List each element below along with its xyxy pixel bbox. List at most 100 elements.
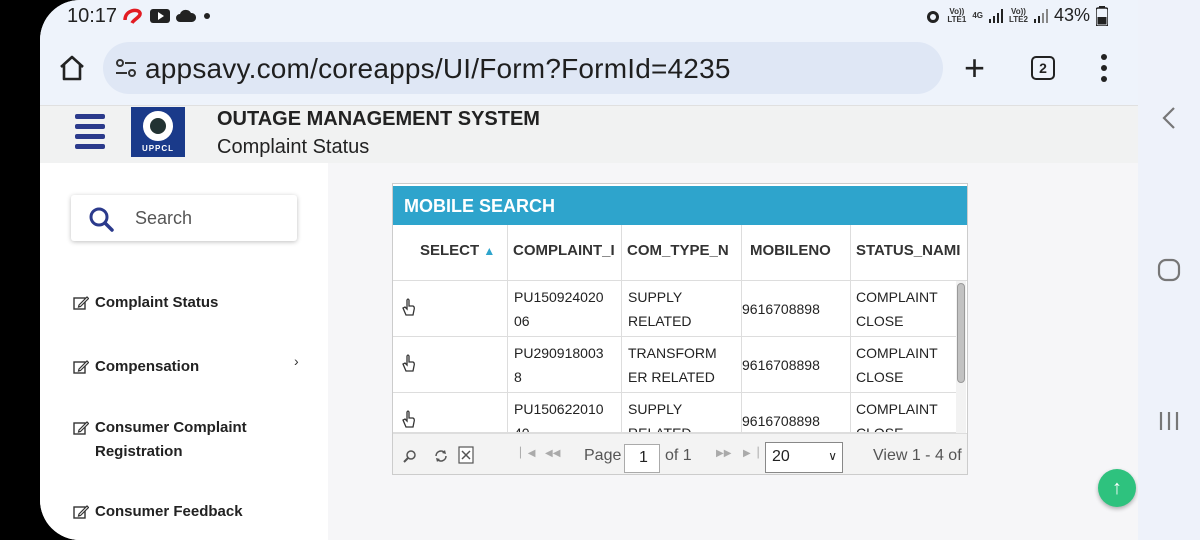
airtel-icon xyxy=(123,8,142,24)
cloud-icon xyxy=(176,9,196,22)
cell-status-name: COMPLAINT CLOSE xyxy=(856,341,938,389)
last-page-icon[interactable]: ▶▕ xyxy=(743,448,758,459)
sidebar-item-label: Consumer Feedback xyxy=(95,503,243,520)
sidebar-item-label-line1: Consumer Complaint xyxy=(95,419,247,436)
column-header-status-name[interactable]: STATUS_NAMI xyxy=(856,242,966,259)
column-header-com-type[interactable]: COM_TYPE_N xyxy=(627,242,735,259)
app-title: OUTAGE MANAGEMENT SYSTEM xyxy=(217,108,540,130)
home-icon[interactable] xyxy=(58,54,86,82)
cell-line: TRANSFORM xyxy=(628,345,717,361)
table-row[interactable]: PU290918003 8 TRANSFORM ER RELATED 9616708… xyxy=(393,337,958,393)
more-menu-icon[interactable] xyxy=(1101,54,1107,82)
tab-switcher-button[interactable]: 2 xyxy=(1031,56,1055,80)
cell-status-name: COMPLAINT CLOSE xyxy=(856,397,938,433)
cell-line: CLOSE xyxy=(856,425,904,433)
cell-complaint-id: PU290918003 8 xyxy=(514,341,604,389)
cell-com-type: SUPPLY RELATED xyxy=(628,285,692,333)
phone-screen: 10:17 Vo)) LTE1 4G Vo)) LTE2 43% appsavy.c… xyxy=(40,0,1138,540)
cell-line: SUPPLY xyxy=(628,401,683,417)
home-nav-button[interactable] xyxy=(1138,256,1200,284)
sidebar-search[interactable]: Search xyxy=(71,195,297,241)
rows-per-page-select[interactable]: 20 ∨ xyxy=(765,442,843,473)
refresh-icon[interactable] xyxy=(433,448,449,464)
chevron-down-icon: ∨ xyxy=(828,449,837,463)
site-settings-icon[interactable] xyxy=(115,58,137,78)
sidebar-item-label: Compensation xyxy=(95,358,200,375)
first-page-icon[interactable]: ▏◀ xyxy=(520,448,535,459)
table-row[interactable]: PU150622010 40 SUPPLY RELATED 9616708898 C… xyxy=(393,393,958,433)
browser-toolbar: appsavy.com/coreapps/UI/Form?FormId=4235… xyxy=(40,32,1138,105)
page-of-label: of 1 xyxy=(665,447,692,464)
column-header-label: SELECT xyxy=(420,242,480,259)
youtube-icon xyxy=(150,9,170,23)
cell-complaint-id: PU150924020 06 xyxy=(514,285,604,333)
column-header-mobileno[interactable]: MOBILENO xyxy=(750,242,850,259)
network-4g-indicator: 4G xyxy=(972,10,983,20)
volte1-bottom: LTE1 xyxy=(947,14,967,24)
recents-icon xyxy=(1159,412,1179,430)
column-header-select[interactable]: SELECT ▲ xyxy=(420,242,500,259)
grid-header-row: SELECT ▲ COMPLAINT_I COM_TYPE_N MOBILENO… xyxy=(393,225,967,281)
status-bar: 10:17 Vo)) LTE1 4G Vo)) LTE2 43% xyxy=(40,0,1138,32)
cell-status-name: COMPLAINT CLOSE xyxy=(856,285,938,333)
table-row[interactable]: PU150924020 06 SUPPLY RELATED 9616708898 C… xyxy=(393,281,958,337)
chevron-right-icon[interactable]: › xyxy=(294,353,299,369)
cell-mobileno: 9616708898 xyxy=(742,413,820,429)
grid-scrollbar-thumb[interactable] xyxy=(957,283,965,383)
cell-line: PU290918003 xyxy=(514,345,604,361)
hamburger-menu-icon[interactable] xyxy=(75,114,105,149)
sort-up-icon[interactable]: ▲ xyxy=(483,244,495,258)
uppcl-logo: UPPCL xyxy=(131,107,185,157)
new-tab-plus-icon[interactable]: + xyxy=(964,50,985,86)
cell-line: COMPLAINT xyxy=(856,345,938,361)
grid-scrollbar[interactable] xyxy=(956,281,966,433)
select-hand-icon[interactable] xyxy=(400,298,416,316)
search-icon[interactable] xyxy=(403,449,417,463)
sidebar-item-complaint-status[interactable]: Complaint Status xyxy=(73,291,218,315)
cell-mobileno: 9616708898 xyxy=(742,301,820,317)
select-hand-icon[interactable] xyxy=(400,410,416,428)
excel-export-icon[interactable] xyxy=(458,446,474,464)
prev-page-icon[interactable]: ◀◀ xyxy=(545,448,560,459)
signal1-icon xyxy=(989,8,1003,23)
cell-line: CLOSE xyxy=(856,369,904,385)
cell-com-type: TRANSFORM ER RELATED xyxy=(628,341,717,389)
url-text[interactable]: appsavy.com/coreapps/UI/Form?FormId=4235 xyxy=(145,53,731,85)
page-title: Complaint Status xyxy=(217,136,370,158)
arrow-up-icon: ↑ xyxy=(1112,476,1122,499)
cell-line: 06 xyxy=(514,313,530,329)
page-label: Page xyxy=(584,447,622,464)
battery-icon xyxy=(1096,5,1108,26)
volte1-indicator: Vo)) LTE1 xyxy=(947,7,967,24)
cell-line: PU150924020 xyxy=(514,289,604,305)
sidebar-item-consumer-feedback[interactable]: Consumer Feedback xyxy=(73,500,243,524)
mobile-search-grid: MOBILE SEARCH SELECT ▲ COMPLAINT_I COM_T… xyxy=(392,183,968,475)
cell-line: RELATED xyxy=(628,313,692,329)
back-nav-button[interactable] xyxy=(1138,104,1200,132)
edit-icon xyxy=(73,296,89,310)
cell-line: SUPPLY xyxy=(628,289,683,305)
recents-nav-button[interactable] xyxy=(1138,407,1200,435)
sidebar-item-consumer-complaint-registration[interactable]: Consumer Complaint Registration xyxy=(73,416,247,464)
cell-line: PU150622010 xyxy=(514,401,604,417)
sidebar-item-compensation[interactable]: Compensation xyxy=(73,355,199,379)
view-range-text: View 1 - 4 of xyxy=(873,447,962,464)
sidebar: Search Complaint Status Compensation › C… xyxy=(40,163,328,540)
cell-line: ER RELATED xyxy=(628,369,715,385)
column-header-complaint-id[interactable]: COMPLAINT_I xyxy=(513,242,623,259)
address-bar[interactable]: appsavy.com/coreapps/UI/Form?FormId=4235 xyxy=(103,42,943,94)
volte2-bottom: LTE2 xyxy=(1009,14,1028,24)
search-icon xyxy=(89,207,114,232)
rounded-square-icon xyxy=(1157,258,1181,282)
next-page-icon[interactable]: ▶▶ xyxy=(716,448,731,459)
select-hand-icon[interactable] xyxy=(400,354,416,372)
search-label: Search xyxy=(135,208,193,228)
logo-seal-icon xyxy=(143,111,173,141)
sidebar-item-label-line2: Registration xyxy=(95,443,183,460)
cell-line: CLOSE xyxy=(856,313,904,329)
cell-line: 40 xyxy=(514,425,530,433)
scroll-to-top-button[interactable]: ↑ xyxy=(1098,469,1136,507)
rows-per-page-value: 20 xyxy=(772,448,790,465)
page-number-input[interactable]: 1 xyxy=(624,444,660,473)
grid-pager: ▏◀ ◀◀ Page 1 of 1 ▶▶ ▶▕ 20 ∨ View 1 - 4 … xyxy=(393,433,967,474)
